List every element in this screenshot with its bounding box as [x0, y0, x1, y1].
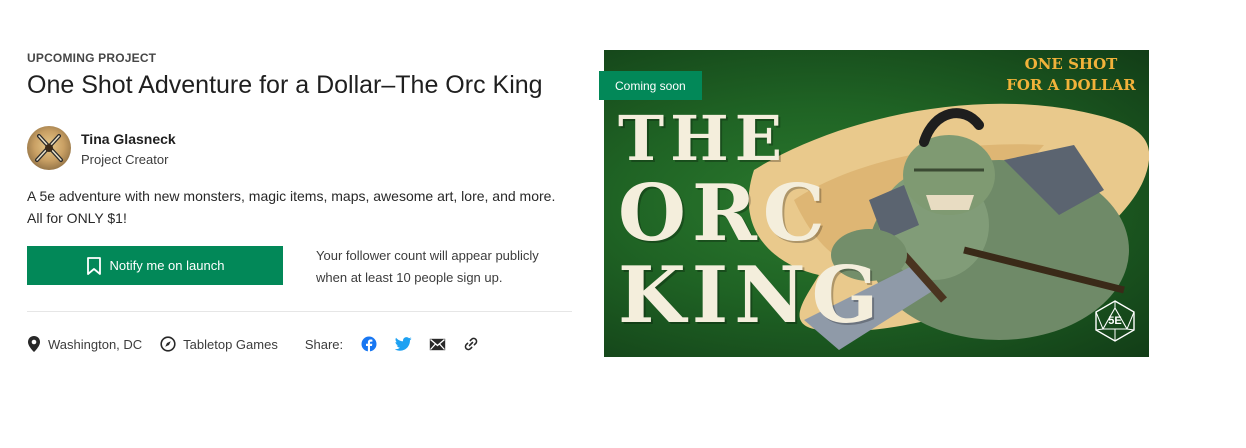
eyebrow-label: UPCOMING PROJECT	[27, 51, 157, 65]
facebook-icon[interactable]	[355, 334, 383, 354]
hero-title-king: KING	[618, 250, 885, 341]
creator-block: Tina Glasneck Project Creator	[27, 126, 176, 170]
link-icon[interactable]	[457, 334, 485, 354]
email-icon[interactable]	[423, 334, 451, 354]
category-link[interactable]: Tabletop Games	[160, 336, 278, 352]
hero-title-orc: ORC	[618, 168, 831, 259]
divider	[27, 311, 572, 312]
location-label: Washington, DC	[48, 336, 143, 352]
hero-tagline-line2: FOR A DOLLAR	[1006, 76, 1136, 94]
hero-tagline: ONE SHOT FOR A DOLLAR	[1001, 54, 1141, 96]
creator-role: Project Creator	[81, 152, 169, 167]
project-description: A 5e adventure with new monsters, magic …	[27, 188, 556, 226]
notify-button[interactable]: Notify me on launch	[27, 246, 283, 285]
category-label: Tabletop Games	[183, 336, 278, 352]
map-pin-icon	[27, 335, 41, 353]
project-page: UPCOMING PROJECT One Shot Adventure for …	[0, 0, 1246, 448]
share-label: Share:	[304, 336, 344, 352]
bookmark-icon	[86, 256, 102, 275]
avatar[interactable]	[27, 126, 71, 170]
creator-name[interactable]: Tina Glasneck	[81, 131, 176, 147]
page-title: One Shot Adventure for a Dollar–The Orc …	[27, 71, 543, 99]
hero-title-the: THE	[618, 102, 788, 175]
hero-tagline-line1: ONE SHOT	[1024, 55, 1118, 73]
compass-icon	[160, 336, 176, 352]
crossed-swords-icon	[35, 134, 63, 162]
follower-note: Your follower count will appear publicly…	[316, 248, 539, 285]
d20-icon: 5E	[1093, 299, 1137, 343]
dice-label: 5E	[1108, 315, 1122, 327]
project-meta: Washington, DC Tabletop Games Share:	[27, 334, 485, 354]
location-link[interactable]: Washington, DC	[27, 335, 142, 353]
coming-soon-badge: Coming soon	[599, 71, 702, 100]
twitter-icon[interactable]	[389, 334, 417, 354]
notify-button-label: Notify me on launch	[109, 258, 225, 273]
